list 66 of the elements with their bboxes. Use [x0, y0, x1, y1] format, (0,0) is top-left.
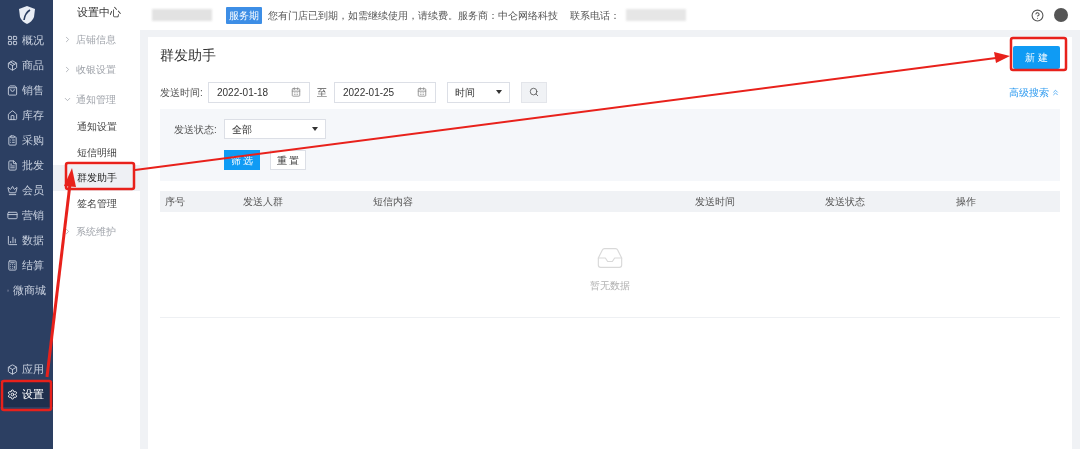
nav-item[interactable]: 批发	[0, 153, 53, 178]
range-separator: 至	[317, 85, 327, 100]
avatar[interactable]	[1054, 8, 1068, 22]
column-header: 序号	[164, 195, 186, 209]
calendar-icon	[291, 87, 301, 97]
empty-text: 暂无数据	[590, 279, 630, 293]
filter-panel-button[interactable]: 重 置	[270, 150, 306, 170]
nav-item[interactable]: 应用	[0, 357, 53, 382]
house-icon	[7, 110, 18, 121]
nav-item[interactable]: 设置	[0, 382, 53, 407]
menu-item[interactable]: 通知设置	[53, 114, 140, 140]
search-button[interactable]	[521, 81, 547, 103]
help-icon[interactable]	[1031, 8, 1044, 22]
menu-item[interactable]: 签名管理	[53, 190, 140, 216]
phone-label: 联系电话：	[570, 8, 620, 23]
settings-icon	[7, 389, 18, 400]
chevrons-up-icon	[1051, 87, 1060, 97]
package-icon	[7, 60, 18, 71]
calculator-icon	[7, 260, 18, 271]
card-icon	[7, 210, 18, 221]
column-header: 发送人群	[242, 195, 284, 209]
highlight-frame	[1009, 36, 1068, 72]
highlight-frame	[64, 161, 136, 191]
cube-icon	[7, 364, 18, 375]
nav-item[interactable]: 概况	[0, 28, 53, 53]
redacted-block	[152, 9, 212, 21]
start-date-field[interactable]: 2022-01-18	[208, 81, 310, 103]
column-header: 操作	[955, 195, 977, 209]
nav-item[interactable]: 库存	[0, 103, 53, 128]
dropdown-caret-icon	[312, 127, 318, 131]
redacted-block	[626, 9, 686, 21]
nav-item[interactable]: 数据	[0, 228, 53, 253]
send-time-label: 发送时间:	[160, 85, 204, 100]
nav-item[interactable]: 销售	[0, 78, 53, 103]
dropdown-caret-icon	[496, 90, 502, 94]
chevron-right-icon	[63, 64, 72, 74]
grid-icon	[7, 35, 18, 46]
document-icon	[7, 160, 18, 171]
column-header: 短信内容	[372, 195, 414, 209]
page-title: 群发助手	[160, 45, 216, 65]
nav-item[interactable]: 采购	[0, 128, 53, 153]
column-header: 发送时间	[694, 195, 736, 209]
highlight-frame	[0, 379, 53, 412]
nav-item[interactable]: 会员	[0, 178, 53, 203]
sub-sidebar-title: 设置中心	[76, 4, 122, 20]
nav-item[interactable]: 营销	[0, 203, 53, 228]
chevron-right-icon	[63, 34, 72, 44]
bar-chart-icon	[7, 235, 18, 246]
menu-item[interactable]: 短信明细	[53, 139, 140, 165]
nav-item[interactable]: 微商城	[0, 278, 53, 303]
crown-icon	[7, 185, 18, 196]
status-select[interactable]: 全部	[224, 119, 326, 139]
column-header: 发送状态	[824, 195, 866, 209]
time-select[interactable]: 时间	[447, 81, 510, 103]
clipboard-icon	[7, 135, 18, 146]
end-date-field[interactable]: 2022-01-25	[334, 81, 436, 103]
send-status-label: 发送状态:	[174, 122, 218, 137]
service-badge: 服务期	[226, 6, 262, 24]
shield-logo-icon	[18, 6, 35, 24]
chevron-right-icon	[63, 226, 72, 236]
nav-item[interactable]: 商品	[0, 53, 53, 78]
notice-text: 您有门店已到期，如需继续使用，请续费。服务商：中仑网络科技	[268, 8, 558, 23]
nav-item[interactable]: 结算	[0, 253, 53, 278]
calendar-icon	[417, 87, 427, 97]
search-icon	[529, 87, 539, 97]
bag-icon	[7, 85, 18, 96]
